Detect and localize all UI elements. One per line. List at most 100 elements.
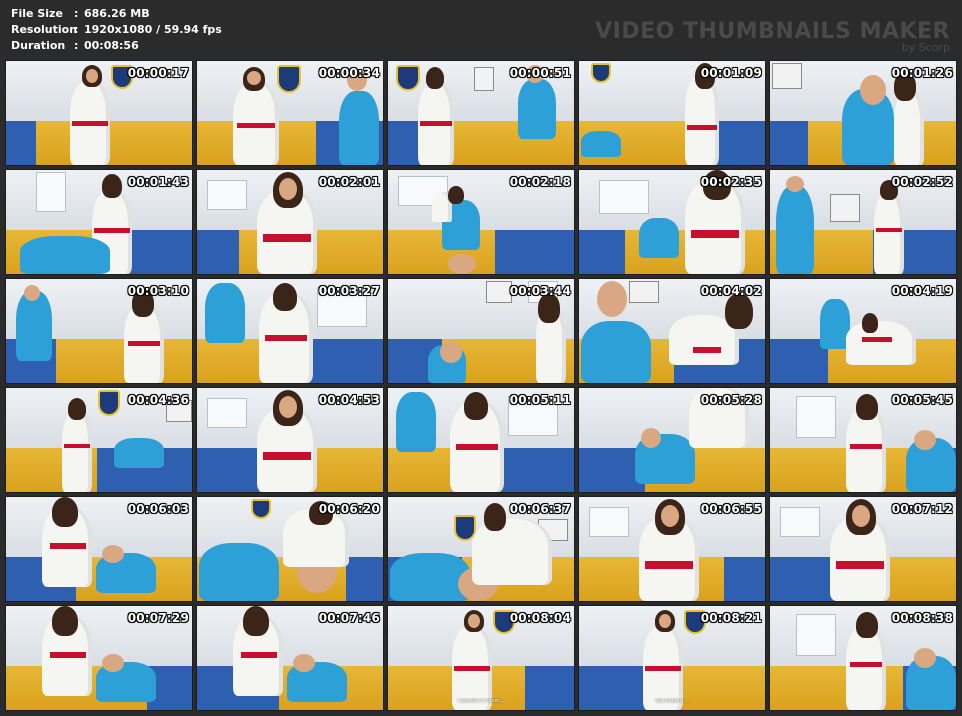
thumbnail-timestamp: 00:01:43 bbox=[127, 175, 189, 189]
thumbnail-frame[interactable]: 00:06:37 bbox=[387, 496, 575, 602]
scene-skin bbox=[448, 254, 476, 274]
scene-skin bbox=[852, 505, 870, 527]
scene-belt bbox=[72, 121, 108, 126]
scene-poster bbox=[486, 281, 512, 303]
scene-person-white bbox=[846, 321, 916, 365]
duration-label: Duration bbox=[11, 39, 66, 52]
thumbnail-timestamp: 00:06:20 bbox=[318, 502, 380, 516]
thumbnail-timestamp: 00:02:35 bbox=[700, 175, 762, 189]
scene-skin bbox=[597, 281, 627, 317]
scene-person-white bbox=[846, 408, 886, 492]
thumbnail-frame[interactable]: 00:07:46 bbox=[196, 605, 384, 711]
scene-person-blue bbox=[339, 91, 379, 165]
thumbnail-frame[interactable]: I would it's them... 00:08:04 bbox=[387, 605, 575, 711]
thumbnail-frame[interactable]: 00:06:55 bbox=[578, 496, 766, 602]
thumbnail-frame[interactable]: 00:08:38 bbox=[769, 605, 957, 711]
thumbnail-frame[interactable]: 00:04:36 bbox=[5, 387, 193, 493]
scene-hair bbox=[862, 313, 878, 333]
thumbnail-timestamp: 00:02:01 bbox=[318, 175, 380, 189]
scene-skin bbox=[641, 428, 661, 448]
thumbnail-frame[interactable]: 00:01:26 bbox=[769, 60, 957, 166]
scene-person-blue bbox=[20, 236, 110, 274]
scene-mat-blue bbox=[724, 557, 765, 601]
thumbnail-frame[interactable]: 00:02:18 bbox=[387, 169, 575, 275]
scene-logo bbox=[98, 390, 120, 416]
thumbnail-frame[interactable]: 00:03:27 bbox=[196, 278, 384, 384]
thumbnail-timestamp: 00:08:38 bbox=[891, 611, 953, 625]
thumbnail-frame[interactable]: 00:05:28 bbox=[578, 387, 766, 493]
thumbnail-frame[interactable]: 00:03:10 bbox=[5, 278, 193, 384]
scene-person-blue bbox=[199, 543, 279, 601]
resolution-value: 1920x1080 / 59.94 fps bbox=[84, 23, 222, 36]
thumbnail-timestamp: 00:03:10 bbox=[127, 284, 189, 298]
thumbnail-frame[interactable]: 00:00:17 bbox=[5, 60, 193, 166]
thumbnail-frame[interactable]: 00:04:19 bbox=[769, 278, 957, 384]
scene-hair bbox=[484, 503, 506, 531]
scene-skin bbox=[914, 648, 936, 668]
thumbnail-frame[interactable]: 00:05:11 bbox=[387, 387, 575, 493]
thumbnail-frame[interactable]: 00:04:02 bbox=[578, 278, 766, 384]
file-size-value: 686.26 MB bbox=[84, 7, 150, 20]
thumbnail-frame[interactable]: 00:03:44 bbox=[387, 278, 575, 384]
scene-logo bbox=[251, 499, 271, 519]
thumbnail-frame[interactable]: 00:07:29 bbox=[5, 605, 193, 711]
thumbnail-frame[interactable]: 00:00:34 bbox=[196, 60, 384, 166]
thumbnail-frame[interactable]: 00:02:35 bbox=[578, 169, 766, 275]
scene-skin bbox=[279, 178, 297, 200]
thumbnail-frame[interactable]: 00:01:09 bbox=[578, 60, 766, 166]
scene-skin bbox=[293, 654, 315, 672]
scene-skin bbox=[659, 614, 671, 628]
scene-belt bbox=[263, 452, 311, 460]
scene-skin bbox=[440, 341, 462, 363]
thumbnail-grid: 00:00:17 00:00:34 00:00:51 00:01:09 00:01:26… bbox=[5, 60, 960, 711]
thumbnail-frame[interactable]: You know it... 00:08:21 bbox=[578, 605, 766, 711]
scene-person-blue bbox=[639, 218, 679, 258]
thumbnail-timestamp: 00:08:21 bbox=[700, 611, 762, 625]
scene-window bbox=[599, 180, 649, 214]
scene-person-blue bbox=[518, 79, 556, 139]
thumbnail-frame[interactable]: 00:02:01 bbox=[196, 169, 384, 275]
subtitle-caption: You know it... bbox=[655, 698, 689, 704]
scene-logo bbox=[277, 65, 301, 93]
thumbnail-frame[interactable]: 00:00:51 bbox=[387, 60, 575, 166]
scene-skin bbox=[914, 430, 936, 450]
thumbnail-timestamp: 00:04:53 bbox=[318, 393, 380, 407]
thumbnail-timestamp: 00:02:18 bbox=[509, 175, 571, 189]
thumbnail-frame[interactable]: 00:04:53 bbox=[196, 387, 384, 493]
scene-mat-blue bbox=[388, 121, 422, 165]
thumbnail-frame[interactable]: 00:02:52 bbox=[769, 169, 957, 275]
scene-belt bbox=[850, 662, 882, 667]
scene-skin bbox=[247, 71, 261, 85]
scene-poster bbox=[772, 63, 802, 89]
thumbnail-timestamp: 00:07:46 bbox=[318, 611, 380, 625]
file-size-label: File Size bbox=[11, 7, 63, 20]
thumbnail-frame[interactable]: 00:01:43 bbox=[5, 169, 193, 275]
scene-hair bbox=[856, 394, 878, 420]
thumbnail-timestamp: 00:05:28 bbox=[700, 393, 762, 407]
scene-skin bbox=[661, 505, 679, 527]
scene-belt bbox=[862, 337, 892, 342]
thumbnail-frame[interactable]: 00:06:03 bbox=[5, 496, 193, 602]
scene-window bbox=[207, 180, 247, 210]
scene-logo bbox=[396, 65, 420, 91]
subtitle-caption: I would it's them... bbox=[457, 698, 505, 704]
scene-belt bbox=[237, 123, 275, 128]
scene-belt bbox=[687, 125, 717, 130]
thumbnail-timestamp: 00:02:52 bbox=[891, 175, 953, 189]
thumbnail-timestamp: 00:04:02 bbox=[700, 284, 762, 298]
scene-belt bbox=[645, 561, 693, 569]
thumbnail-timestamp: 00:05:45 bbox=[891, 393, 953, 407]
thumbnail-timestamp: 00:00:17 bbox=[127, 66, 189, 80]
scene-hair bbox=[102, 174, 122, 198]
scene-person-blue bbox=[396, 392, 436, 452]
scene-hair bbox=[725, 293, 753, 329]
thumbnail-frame[interactable]: 00:06:20 bbox=[196, 496, 384, 602]
scene-person-white bbox=[874, 192, 904, 274]
thumbnail-timestamp: 00:07:12 bbox=[891, 502, 953, 516]
thumbnail-frame[interactable]: 00:07:12 bbox=[769, 496, 957, 602]
scene-belt bbox=[94, 228, 130, 233]
scene-poster bbox=[629, 281, 659, 303]
scene-skin bbox=[786, 176, 804, 192]
thumbnail-frame[interactable]: 00:05:45 bbox=[769, 387, 957, 493]
scene-mat-blue bbox=[770, 121, 808, 165]
